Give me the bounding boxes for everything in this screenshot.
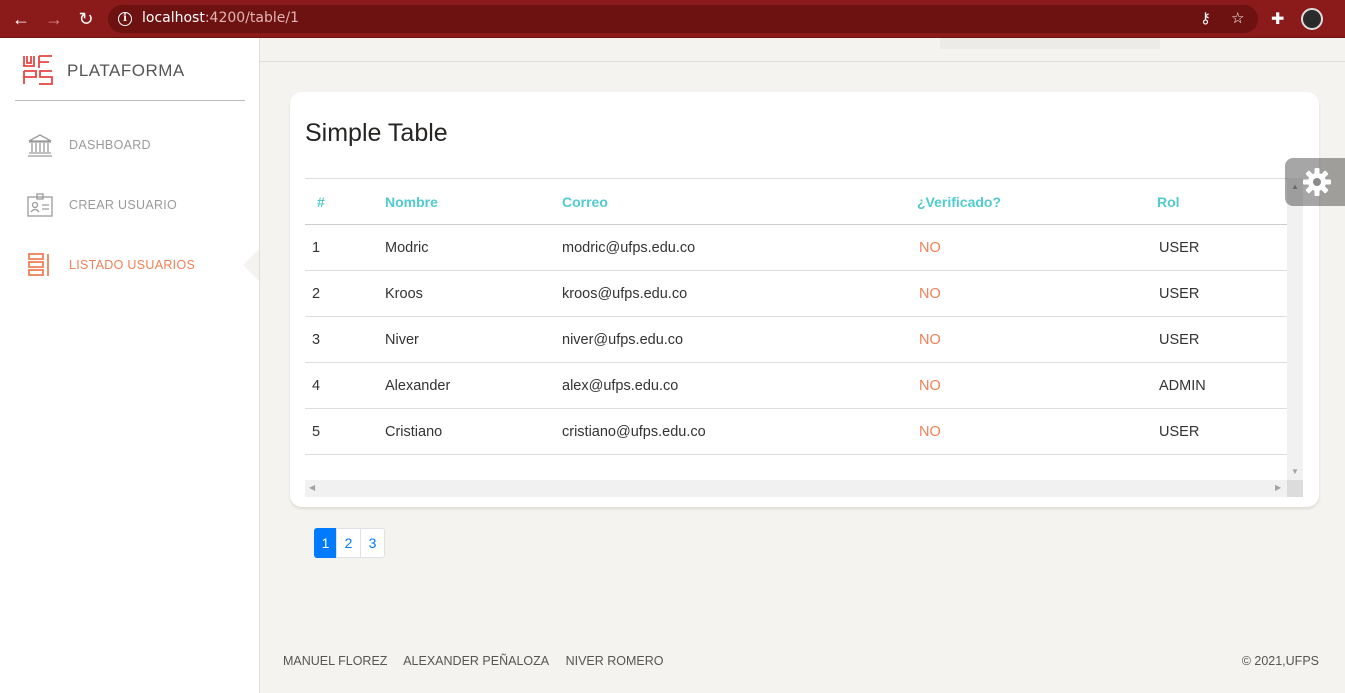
cell-id: 3 — [305, 316, 385, 363]
copyright: © 2021,UFPS — [1241, 654, 1319, 668]
key-icon[interactable]: ⚷ — [1200, 9, 1211, 27]
cell-id: 2 — [305, 270, 385, 317]
footer-link[interactable]: MANUEL FLOREZ — [283, 654, 387, 668]
cell-rol: USER — [1157, 224, 1287, 271]
cell-correo: niver@ufps.edu.co — [562, 316, 917, 363]
cell-nombre: Alexander — [385, 362, 562, 409]
cell-verificado: NO — [917, 224, 1157, 271]
page-button-3[interactable]: 3 — [360, 528, 385, 558]
puzzle-icon[interactable]: ✚ — [1271, 9, 1284, 29]
table-row: 4 Alexander alex@ufps.edu.co NO ADMIN — [305, 362, 1287, 409]
back-arrow-icon[interactable]: ← — [11, 9, 31, 29]
column-header-correo: Correo — [562, 178, 917, 225]
reload-icon[interactable]: ↻ — [76, 9, 96, 29]
sidebar: PLATAFORMA DASHBOARD CREAR USUARIO LISTA… — [0, 38, 260, 693]
ufps-logo-icon — [23, 55, 53, 85]
address-bar[interactable]: i localhost:4200/table/1 ⚷ ☆ — [108, 5, 1258, 33]
table-header-row: # Nombre Correo ¿Verificado? Rol — [305, 178, 1287, 225]
table-container: # Nombre Correo ¿Verificado? Rol 1 Modri… — [305, 178, 1287, 480]
sidebar-item-label: LISTADO USUARIOS — [69, 258, 196, 272]
scroll-right-icon[interactable]: ▶ — [1275, 483, 1281, 492]
column-header-id: # — [305, 178, 385, 225]
cell-id: 1 — [305, 224, 385, 271]
cell-correo: kroos@ufps.edu.co — [562, 270, 917, 317]
table-row: 1 Modric modric@ufps.edu.co NO USER — [305, 224, 1287, 271]
cell-correo: modric@ufps.edu.co — [562, 224, 917, 271]
cell-nombre: Modric — [385, 224, 562, 271]
column-header-rol: Rol — [1157, 178, 1287, 225]
sidebar-item-label: DASHBOARD — [69, 138, 151, 152]
active-indicator — [243, 249, 259, 281]
id-card-icon — [27, 193, 53, 217]
column-header-nombre: Nombre — [385, 178, 562, 225]
list-icon — [28, 253, 49, 276]
cell-rol: USER — [1157, 270, 1287, 317]
cell-rol: USER — [1157, 408, 1287, 455]
url-path: :4200/table/1 — [204, 10, 299, 26]
bank-icon — [28, 134, 52, 157]
pagination: 1 2 3 — [314, 528, 385, 558]
table-row: 2 Kroos kroos@ufps.edu.co NO USER — [305, 270, 1287, 317]
info-icon[interactable]: i — [118, 12, 132, 26]
cell-id: 5 — [305, 408, 385, 455]
cell-id: 4 — [305, 362, 385, 409]
sidebar-divider — [15, 100, 245, 101]
sidebar-item-crear-usuario[interactable]: CREAR USUARIO — [0, 185, 258, 225]
settings-button[interactable] — [1285, 158, 1345, 206]
cell-nombre: Niver — [385, 316, 562, 363]
column-header-verificado: ¿Verificado? — [917, 178, 1157, 225]
footer-links: MANUEL FLOREZ ALEXANDER PEÑALOZA NIVER R… — [283, 654, 677, 668]
url-host: localhost — [142, 10, 205, 26]
top-navbar — [260, 38, 1345, 62]
footer-link[interactable]: ALEXANDER PEÑALOZA — [403, 654, 549, 668]
horizontal-scrollbar[interactable]: ◀ ▶ — [305, 480, 1303, 497]
forward-arrow-icon[interactable]: → — [44, 9, 64, 29]
sidebar-item-dashboard[interactable]: DASHBOARD — [0, 125, 258, 165]
sidebar-item-label: CREAR USUARIO — [69, 198, 178, 212]
cell-correo: cristiano@ufps.edu.co — [562, 408, 917, 455]
table-row: 3 Niver niver@ufps.edu.co NO USER — [305, 316, 1287, 363]
brand-name: PLATAFORMA — [67, 61, 185, 80]
cell-rol: ADMIN — [1157, 362, 1287, 409]
cell-verificado: NO — [917, 362, 1157, 409]
users-table: # Nombre Correo ¿Verificado? Rol 1 Modri… — [305, 178, 1287, 455]
url-text: localhost:4200/table/1 — [142, 10, 299, 26]
scrollbar-corner — [1287, 480, 1303, 497]
cell-nombre: Cristiano — [385, 408, 562, 455]
scroll-left-icon[interactable]: ◀ — [309, 483, 315, 492]
cell-verificado: NO — [917, 408, 1157, 455]
search-input[interactable] — [940, 38, 1160, 49]
cell-rol: USER — [1157, 316, 1287, 363]
cell-correo: alex@ufps.edu.co — [562, 362, 917, 409]
vertical-scrollbar[interactable]: ▲ ▼ — [1287, 178, 1303, 480]
cell-verificado: NO — [917, 316, 1157, 363]
cell-verificado: NO — [917, 270, 1157, 317]
footer-link[interactable]: NIVER ROMERO — [566, 654, 664, 668]
page-button-2[interactable]: 2 — [336, 528, 361, 558]
scroll-down-icon[interactable]: ▼ — [1291, 467, 1299, 476]
browser-toolbar: ← → ↻ i localhost:4200/table/1 ⚷ ☆ ✚ ⋮ — [0, 0, 1345, 38]
table-row: 5 Cristiano cristiano@ufps.edu.co NO USE… — [305, 408, 1287, 455]
card-title: Simple Table — [305, 119, 448, 147]
cell-nombre: Kroos — [385, 270, 562, 317]
sidebar-item-listado-usuarios[interactable]: LISTADO USUARIOS — [0, 245, 258, 285]
page-button-1[interactable]: 1 — [314, 528, 337, 558]
avatar[interactable] — [1301, 8, 1323, 30]
star-icon[interactable]: ☆ — [1231, 9, 1244, 27]
gear-icon — [1303, 168, 1331, 196]
table-card: Simple Table # Nombre Correo ¿Verificado… — [290, 92, 1319, 507]
menu-dots-icon[interactable]: ⋮ — [1338, 9, 1345, 29]
